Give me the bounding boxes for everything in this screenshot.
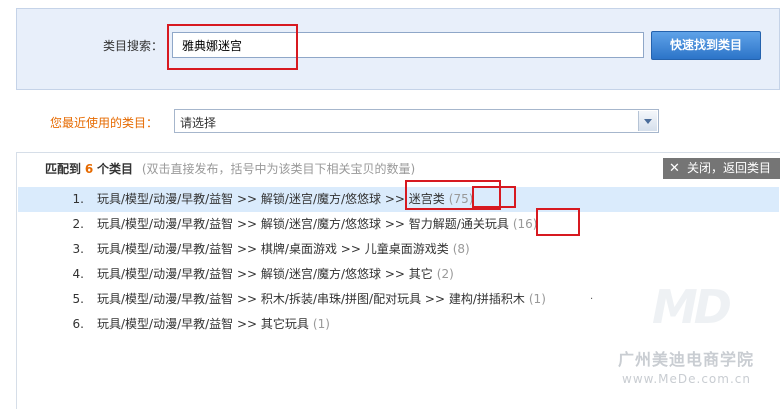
row-item-count: (8) [452, 242, 470, 256]
row-category-path: 玩具/模型/动漫/早教/益智 >> 积木/拆装/串珠/拼图/配对玩具 >> 建构… [97, 287, 546, 312]
row-item-count: (16) [512, 217, 538, 231]
row-number: 1. [72, 192, 84, 206]
watermark-name: 广州美迪电商学院 [618, 350, 755, 369]
chevron-down-icon[interactable] [638, 111, 657, 131]
results-header: 匹配到 6 个类目 (双击直接发布，括号中为该类目下相关宝贝的数量) [45, 160, 415, 177]
row-path-text: 玩具/模型/动漫/早教/益智 >> 解锁/迷宫/魔方/悠悠球 >> 其它 [97, 267, 433, 281]
category-search-panel: 类目搜索： 快速找到类目 [16, 8, 780, 90]
row-number: 4. [72, 267, 84, 281]
row-item-count: (75) [448, 192, 474, 206]
match-count: 6 [84, 162, 94, 176]
row-path-text: 玩具/模型/动漫/早教/益智 >> 其它玩具 [97, 317, 309, 331]
category-row[interactable]: 1. 玩具/模型/动漫/早教/益智 >> 解锁/迷宫/魔方/悠悠球 >> 迷宫类… [18, 187, 779, 212]
row-path-text: 玩具/模型/动漫/早教/益智 >> 棋牌/桌面游戏 >> 儿童桌面游戏类 [97, 242, 449, 256]
row-item-count: (1) [528, 292, 546, 306]
recent-select-value: 请选择 [180, 116, 217, 130]
row-path-text: 玩具/模型/动漫/早教/益智 >> 解锁/迷宫/魔方/悠悠球 >> 智力解题/通… [97, 217, 509, 231]
stray-mark: · [590, 294, 594, 305]
quick-find-button[interactable]: 快速找到类目 [651, 31, 761, 60]
search-input[interactable] [172, 32, 644, 58]
row-number: 2. [72, 217, 84, 231]
watermark-url: www.MeDe.com.cn [622, 372, 751, 386]
search-label: 类目搜索： [103, 39, 164, 53]
row-path-text: 玩具/模型/动漫/早教/益智 >> 积木/拆装/串珠/拼图/配对玩具 >> 建构… [97, 292, 525, 306]
row-category-path: 玩具/模型/动漫/早教/益智 >> 棋牌/桌面游戏 >> 儿童桌面游戏类 (8) [97, 237, 470, 262]
category-row[interactable]: 3. 玩具/模型/动漫/早教/益智 >> 棋牌/桌面游戏 >> 儿童桌面游戏类(… [18, 237, 779, 262]
close-return-button[interactable]: ✕ 关闭，返回类目 [663, 158, 780, 179]
match-hint: (双击直接发布，括号中为该类目下相关宝贝的数量) [141, 162, 416, 176]
watermark-logo: MD [652, 280, 732, 334]
row-item-count: (2) [436, 267, 454, 281]
match-prefix: 匹配到 [45, 162, 82, 176]
close-button-label: 关闭，返回类目 [687, 161, 772, 175]
row-category-path: 玩具/模型/动漫/早教/益智 >> 解锁/迷宫/魔方/悠悠球 >> 迷宫类 (75… [97, 187, 473, 212]
recent-categories-label: 您最近使用的类目： [50, 116, 159, 130]
row-path-text: 玩具/模型/动漫/早教/益智 >> 解锁/迷宫/魔方/悠悠球 >> 迷宫类 [97, 192, 445, 206]
row-category-path: 玩具/模型/动漫/早教/益智 >> 解锁/迷宫/魔方/悠悠球 >> 智力解题/通… [97, 212, 537, 237]
row-number: 6. [72, 317, 84, 331]
row-item-count: (1) [312, 317, 330, 331]
recent-categories-select[interactable]: 请选择 [174, 109, 659, 133]
match-suffix: 个类目 [97, 162, 134, 176]
row-number: 5. [72, 292, 84, 306]
row-category-path: 玩具/模型/动漫/早教/益智 >> 其它玩具 (1) [97, 312, 330, 337]
row-category-path: 玩具/模型/动漫/早教/益智 >> 解锁/迷宫/魔方/悠悠球 >> 其它 (2) [97, 262, 454, 287]
close-icon: ✕ [669, 161, 680, 176]
category-row[interactable]: 2. 玩具/模型/动漫/早教/益智 >> 解锁/迷宫/魔方/悠悠球 >> 智力解… [18, 212, 779, 237]
row-number: 3. [72, 242, 84, 256]
watermark: MD 广州美迪电商学院 www.MeDe.com.cn [612, 280, 772, 400]
